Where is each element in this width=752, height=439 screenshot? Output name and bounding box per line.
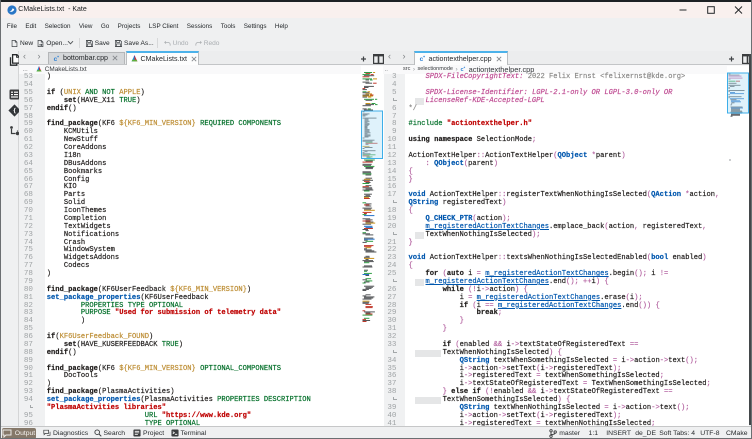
svg-text:c: c (419, 56, 423, 62)
svg-text:c: c (54, 56, 58, 62)
svg-text:c: c (461, 67, 464, 72)
